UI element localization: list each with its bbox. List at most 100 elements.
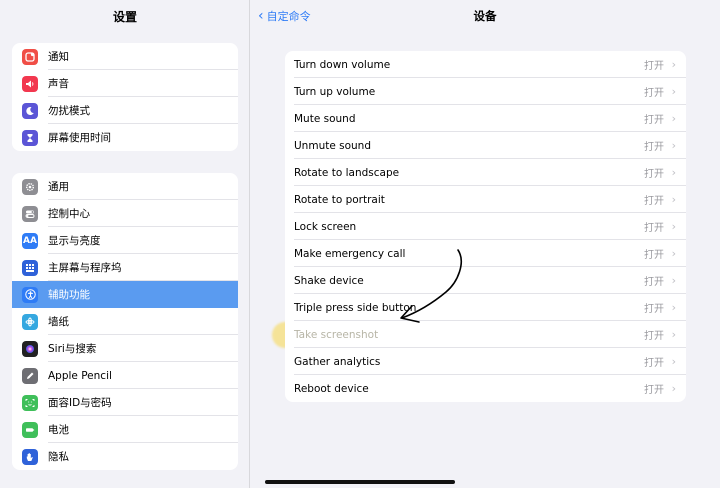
command-row[interactable]: Reboot device 打开 › <box>285 375 686 402</box>
sidebar-item-label: 屏幕使用时间 <box>48 132 111 144</box>
moon-icon <box>22 102 38 119</box>
sidebar-item-accessibility[interactable]: 辅助功能 <box>12 281 238 308</box>
sidebar-item-notifications[interactable]: 通知 <box>12 43 238 70</box>
command-value: 打开 <box>644 277 664 288</box>
sidebar-item-home-screen-dock[interactable]: 主屏幕与程序坞 <box>12 254 238 281</box>
sidebar-item-general[interactable]: 通用 <box>12 173 238 200</box>
command-name: Reboot device <box>294 382 369 395</box>
sidebar-item-label: 通知 <box>48 51 69 63</box>
notification-icon <box>22 48 38 65</box>
command-name: Turn up volume <box>294 85 376 98</box>
command-value: 打开 <box>644 142 664 153</box>
command-value: 打开 <box>644 331 664 342</box>
sidebar-item-label: 墙纸 <box>48 316 69 328</box>
sidebar-item-screen-time[interactable]: 屏幕使用时间 <box>12 124 238 151</box>
accessibility-icon <box>22 286 38 303</box>
sidebar-item-label: 面容ID与密码 <box>48 397 112 409</box>
sidebar-item-display-brightness[interactable]: AA 显示与亮度 <box>12 227 238 254</box>
chevron-right-icon: › <box>671 58 676 71</box>
chevron-right-icon: › <box>671 247 676 260</box>
command-row[interactable]: Make emergency call 打开 › <box>285 240 686 267</box>
sidebar-item-label: 电池 <box>48 424 69 436</box>
command-value: 打开 <box>644 304 664 315</box>
chevron-right-icon: › <box>671 166 676 179</box>
command-name: Lock screen <box>294 220 357 233</box>
sidebar-item-label: 显示与亮度 <box>48 235 101 247</box>
command-name: Rotate to portrait <box>294 193 385 206</box>
hourglass-icon <box>22 129 38 146</box>
command-row[interactable]: Triple press side button 打开 › <box>285 294 686 321</box>
command-name: Unmute sound <box>294 139 372 152</box>
face-id-icon <box>22 394 38 411</box>
speaker-icon <box>22 75 38 92</box>
command-value: 打开 <box>644 223 664 234</box>
command-name: Triple press side button <box>294 301 417 314</box>
chevron-right-icon: › <box>671 85 676 98</box>
sidebar-item-label: 通用 <box>48 181 69 193</box>
sidebar-item-control-center[interactable]: 控制中心 <box>12 200 238 227</box>
sidebar-item-label: 隐私 <box>48 451 69 463</box>
command-row[interactable]: Turn down volume 打开 › <box>285 51 686 78</box>
sidebar-item-face-id-passcode[interactable]: 面容ID与密码 <box>12 389 238 416</box>
command-row[interactable]: Rotate to landscape 打开 › <box>285 159 686 186</box>
sidebar-item-do-not-disturb[interactable]: 勿扰模式 <box>12 97 238 124</box>
siri-icon <box>22 340 38 357</box>
sidebar-item-label: Siri与搜索 <box>48 343 97 355</box>
command-row[interactable]: Take screenshot 打开 › <box>285 321 686 348</box>
chevron-right-icon: › <box>671 139 676 152</box>
chevron-right-icon: › <box>671 328 676 341</box>
command-value: 打开 <box>644 61 664 72</box>
command-value: 打开 <box>644 358 664 369</box>
flower-icon <box>22 313 38 330</box>
text-size-icon: AA <box>22 232 38 249</box>
sidebar-item-sounds[interactable]: 声音 <box>12 70 238 97</box>
home-grid-icon <box>22 259 38 276</box>
command-value: 打开 <box>644 169 664 180</box>
command-name: Turn down volume <box>294 58 391 71</box>
chevron-right-icon: › <box>671 382 676 395</box>
command-row[interactable]: Turn up volume 打开 › <box>285 78 686 105</box>
command-name: Make emergency call <box>294 247 406 260</box>
command-value: 打开 <box>644 115 664 126</box>
command-row[interactable]: Shake device 打开 › <box>285 267 686 294</box>
device-commands-list: Turn down volume 打开 › Turn up volume 打开 › Mu… <box>285 51 686 402</box>
sidebar-item-siri-search[interactable]: Siri与搜索 <box>12 335 238 362</box>
command-name: Rotate to landscape <box>294 166 400 179</box>
sidebar-item-label: 声音 <box>48 78 69 90</box>
sidebar-item-apple-pencil[interactable]: Apple Pencil <box>12 362 238 389</box>
settings-sidebar: 设置 通知 声音 勿扰模式 屏幕使用时间 通用 控制中心 AA 显示与亮度 主屏… <box>0 0 250 488</box>
chevron-right-icon: › <box>671 112 676 125</box>
command-value: 打开 <box>644 385 664 396</box>
toggles-icon <box>22 205 38 222</box>
chevron-right-icon: › <box>671 301 676 314</box>
command-name: Mute sound <box>294 112 356 125</box>
detail-nav-bar: ‹ 自定命令 设备 <box>250 0 720 32</box>
home-indicator <box>265 480 455 484</box>
gear-icon <box>22 178 38 195</box>
chevron-right-icon: › <box>671 274 676 287</box>
sidebar-item-battery[interactable]: 电池 <box>12 416 238 443</box>
page-title: 设备 <box>473 9 497 23</box>
command-value: 打开 <box>644 250 664 261</box>
sidebar-item-wallpaper[interactable]: 墙纸 <box>12 308 238 335</box>
command-row[interactable]: Mute sound 打开 › <box>285 105 686 132</box>
chevron-right-icon: › <box>671 220 676 233</box>
command-row[interactable]: Rotate to portrait 打开 › <box>285 186 686 213</box>
command-row[interactable]: Gather analytics 打开 › <box>285 348 686 375</box>
sidebar-item-privacy[interactable]: 隐私 <box>12 443 238 470</box>
command-row[interactable]: Unmute sound 打开 › <box>285 132 686 159</box>
sidebar-group-2: 通用 控制中心 AA 显示与亮度 主屏幕与程序坞 辅助功能 墙纸 Siri与搜索… <box>12 173 238 470</box>
chevron-right-icon: › <box>671 355 676 368</box>
command-name: Take screenshot <box>294 328 379 341</box>
sidebar-item-label: 勿扰模式 <box>48 105 90 117</box>
sidebar-item-label: 辅助功能 <box>48 289 90 301</box>
command-value: 打开 <box>644 88 664 99</box>
pencil-icon <box>22 367 38 384</box>
chevron-right-icon: › <box>671 193 676 206</box>
sidebar-item-label: 主屏幕与程序坞 <box>48 262 122 274</box>
sidebar-item-label: Apple Pencil <box>48 369 112 382</box>
battery-icon <box>22 421 38 438</box>
command-name: Gather analytics <box>294 355 381 368</box>
sidebar-item-label: 控制中心 <box>48 208 90 220</box>
command-row[interactable]: Lock screen 打开 › <box>285 213 686 240</box>
